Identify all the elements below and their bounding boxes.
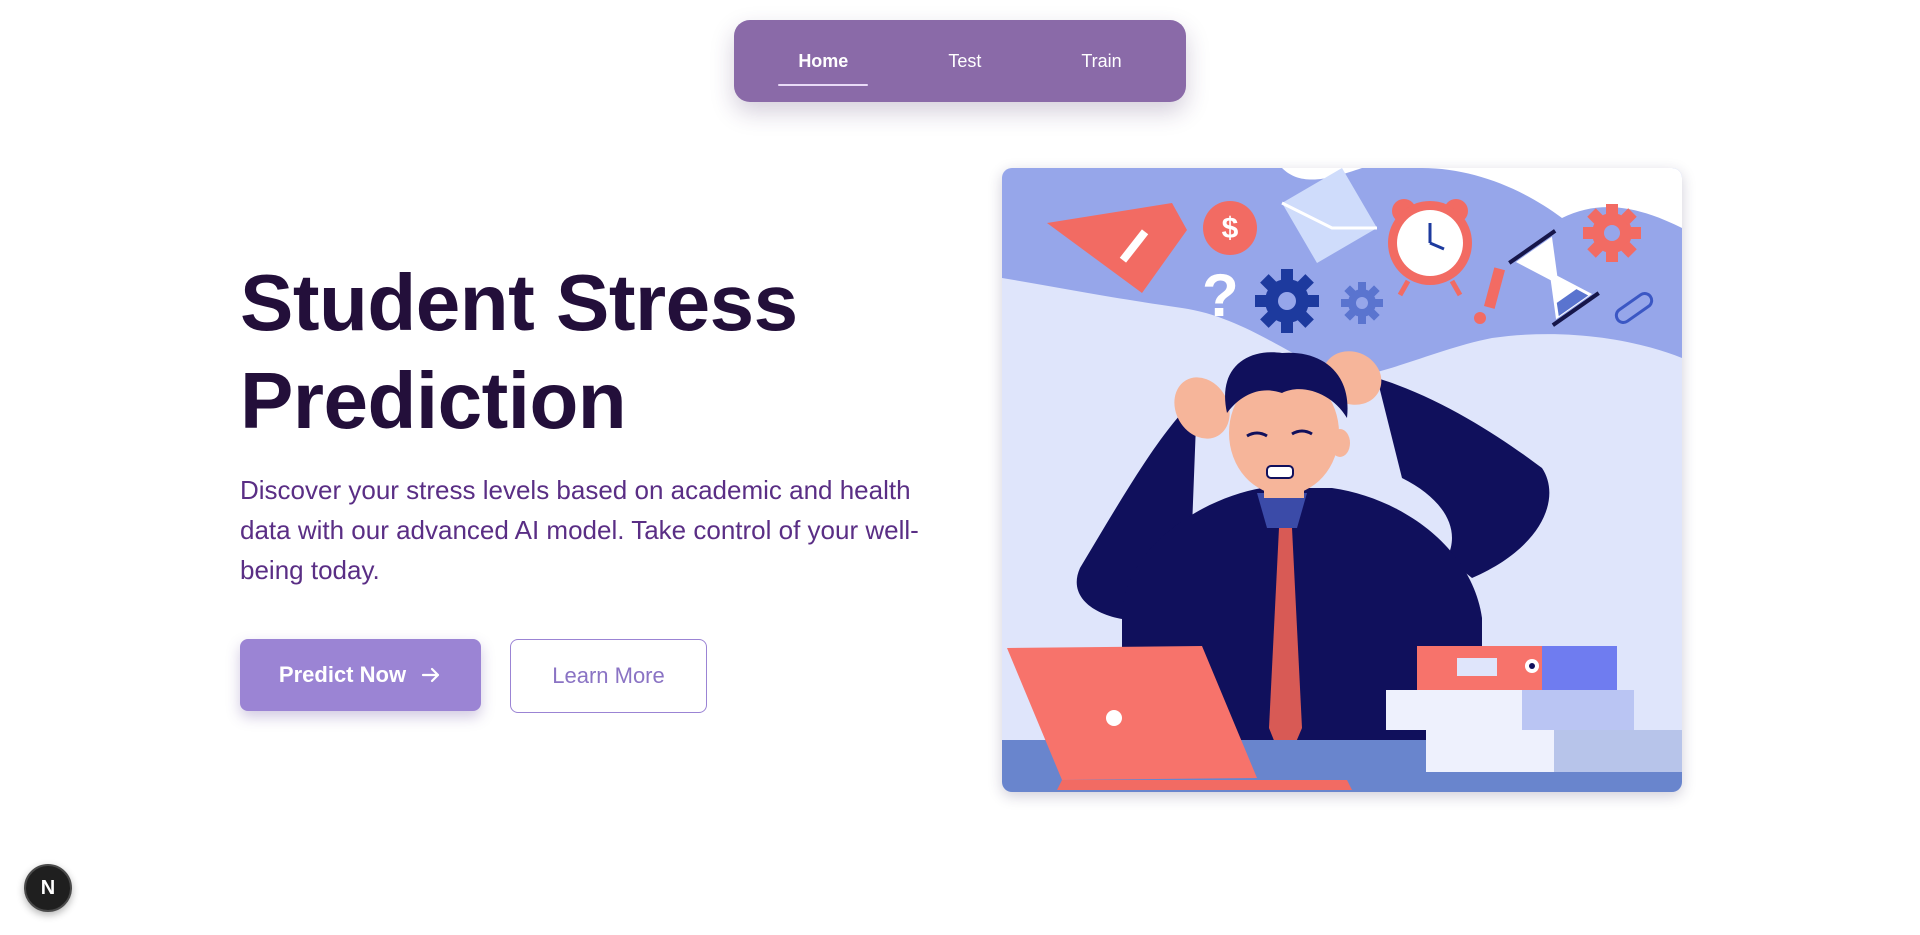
- dollar-coin-icon: $: [1203, 201, 1257, 255]
- title-line-2: Prediction: [240, 356, 627, 445]
- learn-more-button[interactable]: Learn More: [510, 639, 707, 713]
- predict-now-button[interactable]: Predict Now: [240, 639, 481, 711]
- nav-home[interactable]: Home: [778, 43, 869, 86]
- arrow-right-icon: [421, 667, 440, 683]
- nav-test[interactable]: Test: [928, 43, 1001, 80]
- nav-train[interactable]: Train: [1061, 43, 1141, 80]
- question-mark-icon: ?: [1202, 262, 1239, 329]
- top-nav: Home Test Train: [734, 20, 1186, 102]
- stress-illustration-card: $ ?: [1002, 168, 1682, 792]
- hero-description: Discover your stress levels based on aca…: [240, 475, 919, 585]
- gear-icon: [1255, 269, 1319, 333]
- title-line-1: Student Stress: [240, 258, 798, 347]
- dev-tools-badge[interactable]: N: [24, 864, 72, 912]
- red-gear-icon: [1583, 204, 1641, 262]
- stressed-student-illustration: $ ?: [1002, 168, 1682, 792]
- small-gear-icon: [1341, 282, 1383, 324]
- page: Home Test Train Student Stress Predictio…: [0, 0, 1920, 935]
- page-title: Student Stress Prediction: [240, 254, 880, 450]
- predict-now-label: Predict Now: [278, 662, 407, 687]
- svg-text:$: $: [1222, 212, 1239, 245]
